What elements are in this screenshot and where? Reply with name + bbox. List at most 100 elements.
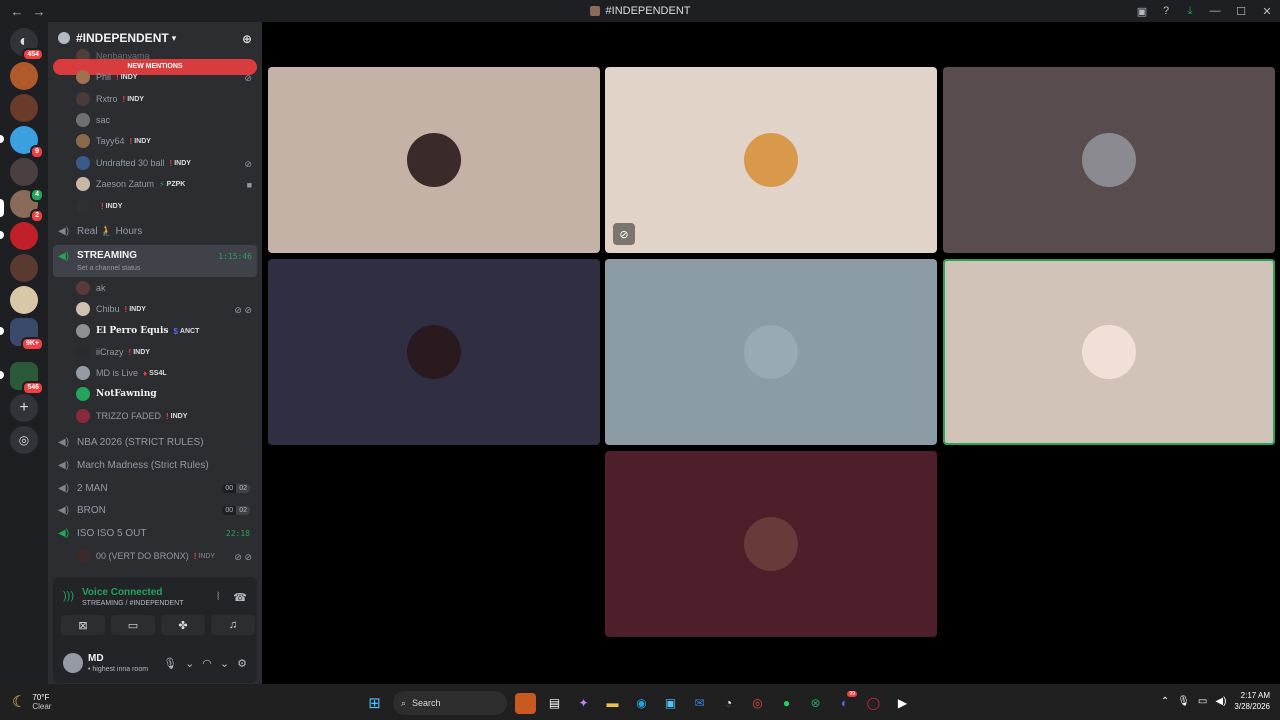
xbox-icon[interactable]: ⊗	[805, 693, 826, 714]
edge-icon[interactable]: ◉	[631, 693, 652, 714]
member-row[interactable]: Rxtro! INDY	[76, 90, 144, 108]
participant-tile-speaking[interactable]	[943, 259, 1275, 445]
muted-mic-icon: ⊘	[244, 159, 252, 169]
avatar	[76, 366, 90, 380]
voice-stage: ⊘	[262, 22, 1280, 684]
server-icon-4[interactable]	[10, 158, 38, 186]
add-member-icon[interactable]: ⊕	[242, 32, 252, 46]
microphone-icon[interactable]: 🎙︎	[163, 657, 177, 670]
volume-icon[interactable]: ◀)	[1215, 696, 1226, 707]
voice-channel-streaming[interactable]: ◀) STREAMING Set a channel status 1:15:4…	[53, 245, 257, 277]
member-row[interactable]: Tayy64! INDY	[76, 132, 151, 150]
voice-channel-march-madness[interactable]: ◀) March Madness (Strict Rules)	[54, 455, 256, 475]
clock[interactable]: 2:17 AM 3/28/2026	[1234, 690, 1270, 712]
outlook-icon[interactable]: ✉	[689, 693, 710, 714]
participant-tile[interactable]	[268, 259, 600, 445]
server-folder-2[interactable]: 546	[10, 362, 44, 395]
minimize-button[interactable]: —	[1202, 5, 1228, 17]
network-icon[interactable]: ▭	[1198, 696, 1207, 707]
member-row[interactable]: Zaeson Zatum ⚡ PZPK	[76, 175, 185, 193]
moon-icon: ☾	[12, 694, 27, 711]
voice-location-link[interactable]: STREAMING / #INDEPENDENT	[82, 600, 184, 607]
server-icon-6[interactable]	[10, 222, 38, 250]
server-icon	[58, 32, 70, 44]
activities-button[interactable]: ✤	[161, 615, 205, 635]
participant-tile[interactable]	[943, 67, 1275, 253]
noise-suppression-icon[interactable]: ⦚	[217, 591, 219, 604]
spotify-icon[interactable]: ●	[776, 693, 797, 714]
avatar	[76, 345, 90, 359]
chrome-icon[interactable]: ◎	[747, 693, 768, 714]
discord-home-button[interactable]: ◐ 454	[10, 28, 44, 61]
member-row[interactable]: ak	[76, 279, 106, 297]
copilot-icon[interactable]: ✦	[573, 693, 594, 714]
gear-icon[interactable]: ⚙	[237, 657, 247, 670]
participant-tile[interactable]	[605, 451, 937, 637]
file-explorer-icon[interactable]: ▬	[602, 693, 623, 714]
camera-off-button[interactable]: ⊠	[61, 615, 105, 635]
close-button[interactable]: ✕	[1254, 5, 1280, 18]
server-icon-8[interactable]	[10, 286, 38, 314]
soundboard-button[interactable]: ♫	[211, 615, 255, 635]
inbox-icon[interactable]: ▣	[1130, 5, 1154, 18]
chevron-down-icon[interactable]: ⌄	[220, 657, 229, 670]
server-icon-2[interactable]	[10, 94, 38, 122]
participant-avatar	[744, 133, 798, 187]
discover-button[interactable]: ◎	[10, 426, 38, 454]
user-area[interactable]: MD • highest inna room 🎙︎ ⌄ ◠ ⌄ ⚙	[61, 649, 251, 679]
maximize-button[interactable]: ☐	[1228, 5, 1254, 18]
chevron-up-icon[interactable]: ⌃	[1161, 696, 1169, 707]
member-row[interactable]: sac	[76, 111, 110, 129]
voice-channel-real-hours[interactable]: ◀) Real 🧎 Hours	[54, 221, 256, 241]
voice-channel-2-man[interactable]: ◀) 2 MAN 00 02	[54, 478, 256, 498]
avatar	[76, 156, 90, 170]
discord-icon[interactable]: ◐ 99	[834, 690, 857, 714]
speaker-icon: ◀)	[58, 482, 70, 494]
task-view-icon[interactable]: ▤	[544, 693, 565, 714]
member-row[interactable]: 00 (VERT DO BRONX)! INDY	[76, 547, 215, 565]
server-icon-5[interactable]: 42	[10, 188, 44, 223]
participant-tile[interactable]	[605, 259, 937, 445]
taskbar-search[interactable]: ⌕ Search	[393, 691, 507, 715]
server-folder-1[interactable]: 9K+	[10, 318, 44, 351]
headphones-icon[interactable]: ◠	[202, 657, 212, 670]
signal-icon[interactable]: )))	[63, 590, 74, 607]
server-icon-7[interactable]	[10, 254, 38, 282]
phone-hangup-icon[interactable]: ☎	[233, 591, 247, 604]
member-row[interactable]: Phil! INDY	[76, 68, 137, 86]
back-arrow-icon[interactable]: ←	[10, 4, 24, 19]
channel-status[interactable]: Set a channel status	[77, 265, 140, 272]
member-row[interactable]: NotFawning	[76, 385, 157, 403]
app-icon[interactable]: ◔	[718, 693, 739, 714]
weather-widget[interactable]: ☾ 70°F Clear	[12, 692, 51, 712]
avatar	[76, 324, 90, 338]
voice-channel-bron[interactable]: ◀) BRON 00 02	[54, 500, 256, 520]
forward-arrow-icon[interactable]: →	[32, 4, 46, 19]
add-server-button[interactable]: +	[10, 394, 38, 422]
member-row[interactable]: El Perro Equis $ ANCT	[76, 322, 199, 340]
server-icon-3[interactable]: 9	[10, 126, 44, 159]
member-row[interactable]: MD is Live ♦ SS4L	[76, 364, 167, 382]
member-row[interactable]: Chibu! INDY	[76, 300, 146, 318]
store-icon[interactable]: ▣	[660, 693, 681, 714]
download-icon[interactable]: ⤓	[1178, 5, 1202, 18]
widgets-icon[interactable]	[515, 692, 536, 714]
member-row[interactable]: TRIZZO FADED! INDY	[76, 407, 187, 425]
windows-start-icon[interactable]: ⊞	[364, 693, 385, 714]
microphone-icon[interactable]: 🎙︎	[1177, 696, 1190, 707]
member-row[interactable]: Undrafted 30 ball! INDY	[76, 154, 191, 172]
participant-avatar	[407, 133, 461, 187]
participant-tile[interactable]	[268, 67, 600, 253]
server-icon-1[interactable]	[10, 62, 38, 90]
opera-icon[interactable]: ◯	[863, 693, 884, 714]
camera-icon: ■	[246, 180, 252, 190]
chevron-down-icon[interactable]: ⌄	[185, 657, 194, 670]
voice-channel-iso[interactable]: ◀) ISO ISO 5 OUT 22:18	[54, 523, 256, 543]
voice-channel-nba[interactable]: ◀) NBA 2026 (STRICT RULES)	[54, 432, 256, 452]
screen-share-button[interactable]: ▭	[111, 615, 155, 635]
help-icon[interactable]: ?	[1154, 5, 1178, 17]
participant-tile[interactable]: ⊘	[605, 67, 937, 253]
member-row[interactable]: ! INDY	[76, 197, 122, 215]
media-player-icon[interactable]: ▶	[892, 693, 913, 714]
member-row[interactable]: iiCrazy! INDY	[76, 343, 150, 361]
